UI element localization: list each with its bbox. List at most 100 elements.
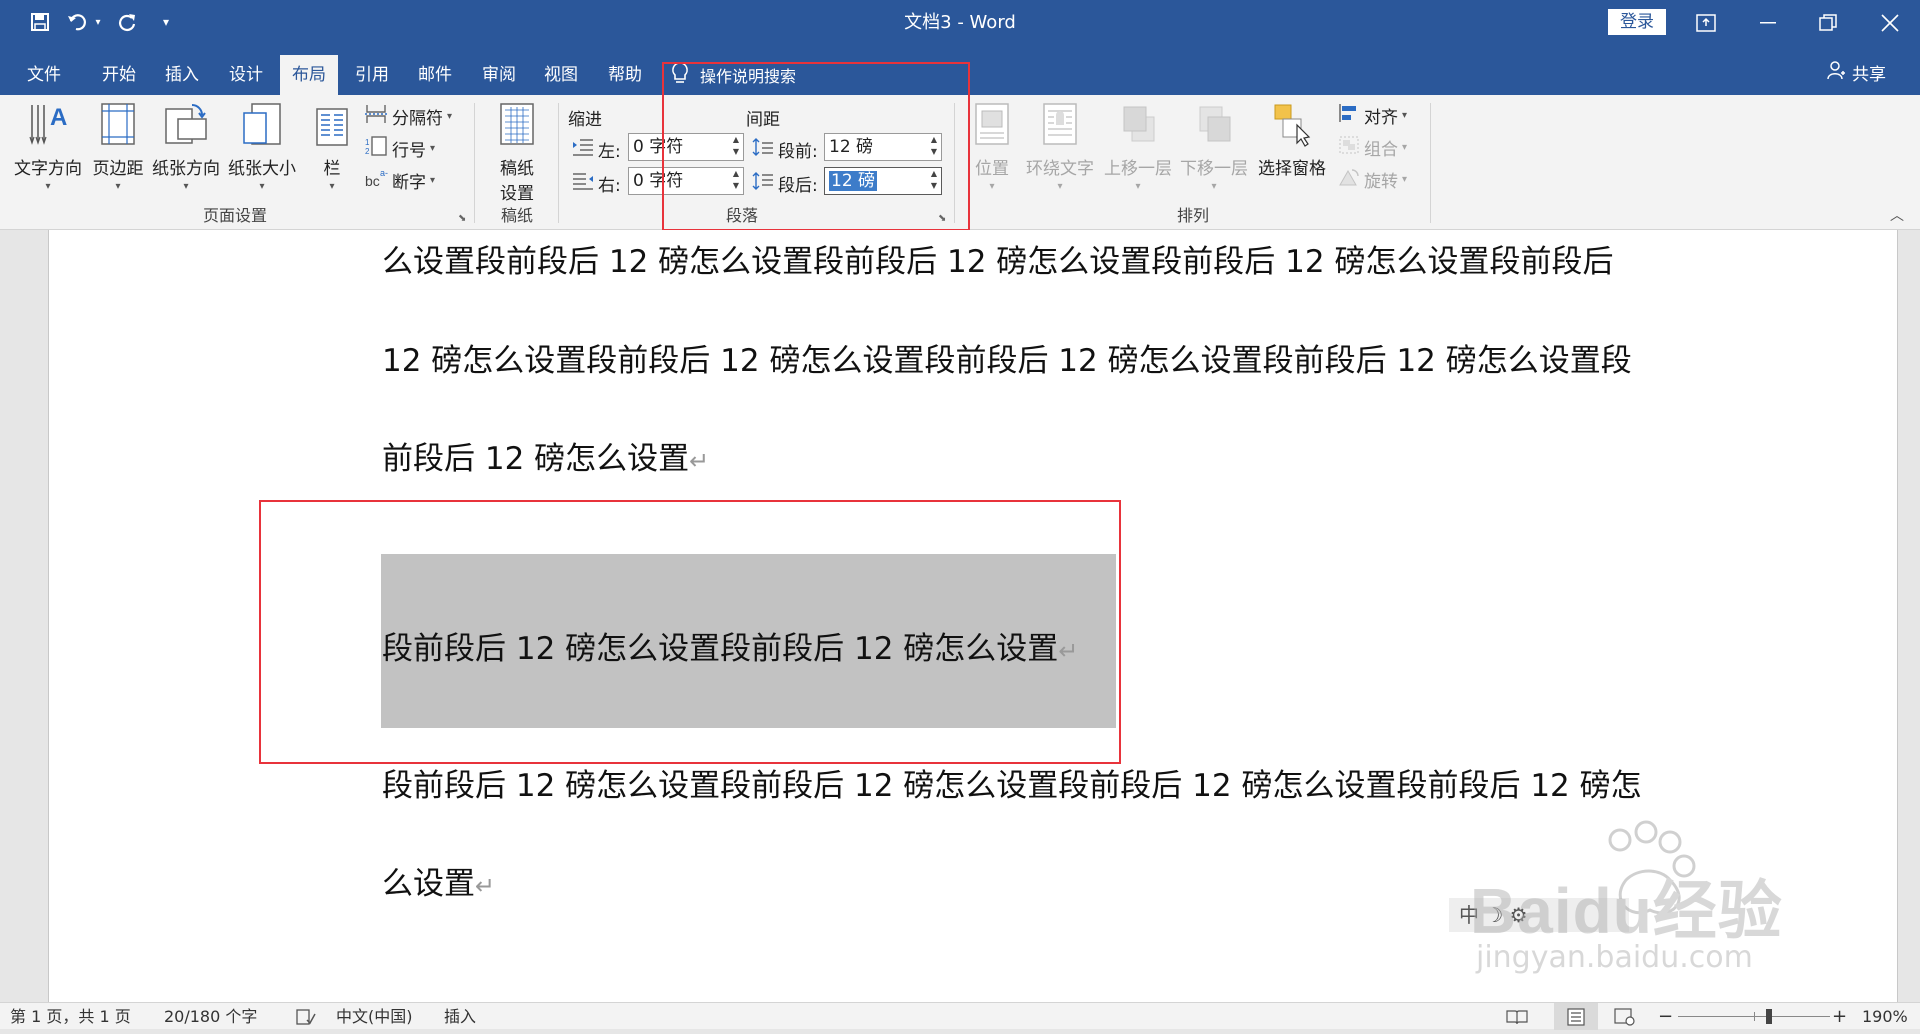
customize-toolbar-icon[interactable]: ▾ [158, 9, 174, 35]
bring-forward-label: 上移一层 [1104, 159, 1172, 179]
send-backward-button[interactable]: 下移一层 ▾ [1176, 101, 1252, 192]
draft-paper-group: 稿纸 设置 稿纸 [478, 95, 556, 230]
chevron-down-icon: ▾ [430, 143, 436, 154]
svg-text:a-: a- [380, 168, 388, 178]
columns-button[interactable]: 栏 ▾ [308, 101, 356, 192]
chevron-down-icon: ▾ [1402, 110, 1408, 121]
indent-left-icon [572, 138, 594, 161]
wrap-text-label: 环绕文字 [1026, 159, 1094, 179]
zoom-slider-thumb[interactable] [1766, 1009, 1772, 1024]
chevron-down-icon: ▾ [447, 111, 453, 122]
close-icon[interactable] [1862, 0, 1918, 45]
tab-references[interactable]: 引用 [342, 55, 402, 95]
print-layout-icon[interactable] [1554, 1003, 1598, 1030]
group-label: 组合 [1364, 140, 1398, 160]
orientation-label: 纸张方向 [152, 159, 220, 179]
group-objects-icon [1338, 135, 1360, 160]
collapse-ribbon-icon[interactable]: ︿ [1890, 205, 1904, 225]
text-line: 段前段后 12 磅怎么设置段前段后 12 磅怎么设置段前段后 12 磅怎么设置段… [382, 768, 1642, 804]
page-break-icon [364, 103, 388, 130]
tab-help[interactable]: 帮助 [594, 55, 656, 95]
draft-setup-label-2: 设置 [500, 184, 534, 204]
align-icon [1338, 103, 1360, 128]
baidu-watermark: Baidu经验 jingyan.baidu.com [1470, 820, 1830, 990]
chevron-down-icon: ▾ [329, 181, 335, 192]
tab-design[interactable]: 设计 [216, 55, 276, 95]
indent-title: 缩进 [568, 110, 602, 130]
group-button[interactable]: 组合 ▾ [1338, 135, 1407, 160]
position-button[interactable]: 位置 ▾ [966, 101, 1018, 192]
word-count[interactable]: 20/180 个字 [164, 1003, 257, 1030]
person-icon [1826, 55, 1846, 95]
minimize-icon[interactable] [1740, 0, 1796, 45]
watermark-url: jingyan.baidu.com [1476, 940, 1753, 975]
chevron-down-icon: ▾ [183, 181, 189, 192]
tab-file[interactable]: 文件 [14, 55, 74, 95]
redo-icon[interactable] [114, 9, 140, 35]
selection-pane-icon [1274, 104, 1311, 147]
breaks-button[interactable]: 分隔符 ▾ [364, 103, 452, 130]
rotate-button[interactable]: 旋转 ▾ [1338, 167, 1407, 192]
hyphenation-button[interactable]: bc a- 断字 ▾ [364, 167, 435, 194]
paragraph-mark: ↵ [475, 872, 496, 900]
chevron-down-icon: ▾ [430, 175, 436, 186]
language-indicator[interactable]: 中文(中国) [336, 1003, 413, 1030]
page-setup-launcher-icon[interactable]: ⬊ [458, 213, 466, 224]
page-setup-group-label: 页面设置 [202, 206, 267, 225]
margins-button[interactable]: 页边距 ▾ [88, 101, 148, 192]
selection-pane-label: 选择窗格 [1258, 159, 1326, 179]
columns-icon [316, 108, 348, 146]
draft-group-label: 稿纸 [500, 206, 533, 225]
share-button[interactable]: 共享 [1826, 55, 1886, 95]
zoom-in-icon[interactable]: + [1832, 1003, 1847, 1030]
wrap-text-button[interactable]: 环绕文字 ▾ [1022, 101, 1098, 192]
indent-right-row: 右: [572, 171, 621, 196]
watermark-brand: Baidu经验 [1470, 875, 1783, 947]
share-label: 共享 [1852, 65, 1886, 85]
tab-mailings[interactable]: 邮件 [404, 55, 466, 95]
zoom-level[interactable]: 190% [1862, 1003, 1908, 1030]
indent-left-label: 左: [598, 142, 621, 162]
position-label: 位置 [975, 159, 1009, 179]
restore-icon[interactable] [1800, 0, 1856, 45]
tab-insert[interactable]: 插入 [152, 55, 212, 95]
line-numbers-button[interactable]: 12 行号 ▾ [364, 135, 435, 162]
login-button[interactable]: 登录 [1608, 9, 1666, 35]
text-direction-label: 文字方向 [14, 159, 82, 179]
tab-review[interactable]: 审阅 [468, 55, 530, 95]
spacing-highlight-box [662, 62, 970, 231]
chevron-down-icon: ▾ [115, 181, 121, 192]
line-numbers-icon: 12 [364, 135, 388, 162]
page-count[interactable]: 第 1 页，共 1 页 [10, 1003, 131, 1030]
text-direction-icon: A [29, 104, 67, 145]
size-button[interactable]: 纸张大小 ▾ [224, 101, 300, 192]
ribbon-display-options-icon[interactable] [1678, 0, 1734, 45]
read-mode-icon[interactable] [1506, 1003, 1528, 1030]
rotate-icon [1338, 167, 1360, 192]
page-size-icon [243, 103, 281, 145]
margins-label: 页边距 [92, 159, 144, 179]
send-backward-label: 下移一层 [1180, 159, 1248, 179]
send-backward-icon [1199, 106, 1231, 142]
bring-forward-button[interactable]: 上移一层 ▾ [1100, 101, 1176, 192]
web-layout-icon[interactable] [1614, 1003, 1636, 1030]
title-bar: ▾ ▾ 文档3 - Word 登录 [0, 0, 1920, 45]
orientation-button[interactable]: 纸张方向 ▾ [148, 101, 224, 192]
insert-mode-indicator[interactable]: 插入 [444, 1003, 476, 1030]
undo-icon[interactable] [66, 9, 90, 35]
bring-forward-icon [1123, 106, 1155, 142]
zoom-slider[interactable] [1678, 1003, 1830, 1030]
undo-dropdown-icon[interactable]: ▾ [92, 9, 104, 35]
zoom-out-icon[interactable]: − [1658, 1003, 1673, 1030]
selection-pane-button[interactable]: 选择窗格 [1254, 101, 1330, 179]
tab-layout[interactable]: 布局 [280, 55, 338, 95]
tab-view[interactable]: 视图 [530, 55, 592, 95]
align-button[interactable]: 对齐 ▾ [1338, 103, 1407, 128]
line-numbers-label: 行号 [392, 141, 426, 161]
text-direction-button[interactable]: A 文字方向 ▾ [10, 101, 86, 192]
draft-paper-setup-button[interactable]: 稿纸 设置 [488, 101, 546, 204]
tab-home[interactable]: 开始 [90, 55, 148, 95]
proofing-icon[interactable] [296, 1003, 316, 1030]
save-icon[interactable] [26, 9, 54, 35]
group-divider [474, 103, 475, 223]
